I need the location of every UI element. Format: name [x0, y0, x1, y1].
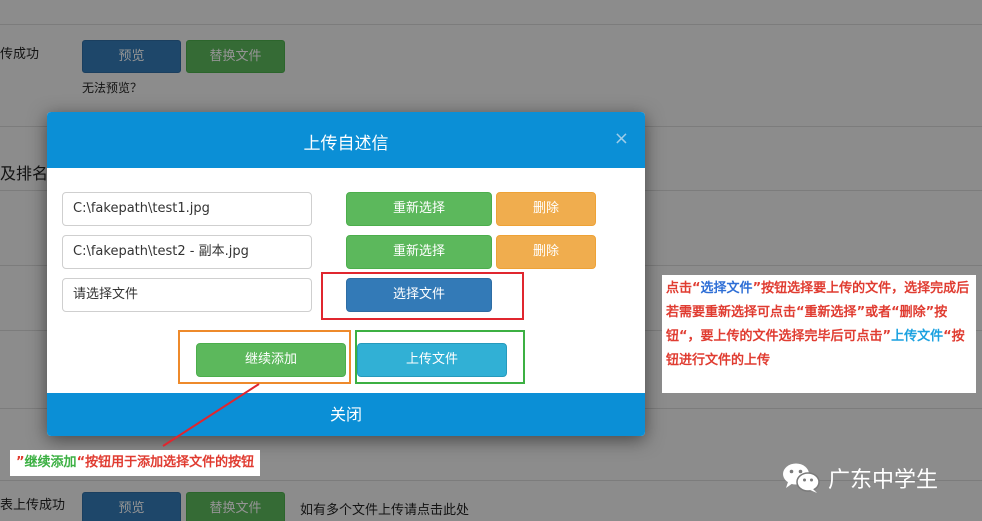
reselect-button[interactable]: 重新选择 — [346, 235, 492, 269]
upload-status: 传成功 — [0, 47, 40, 62]
modal-close-button[interactable]: 关闭 — [47, 393, 645, 436]
watermark: 广东中学生 — [782, 462, 938, 494]
file-path-field[interactable]: C:\fakepath\test2 - 副本.jpg — [62, 235, 312, 269]
callout-text: ”或者“ — [856, 305, 900, 320]
empty-file-field[interactable]: 请选择文件 — [62, 278, 312, 312]
highlight-frame-choose-file — [321, 272, 524, 320]
section-label: 及排名 — [0, 164, 49, 183]
file-path-field[interactable]: C:\fakepath\test1.jpg — [62, 192, 312, 226]
instruction-callout: 点击“选择文件”按钮选择要上传的文件，选择完成后若需要重新选择可点击“重新选择”… — [662, 275, 976, 393]
highlight-frame-upload — [355, 330, 525, 384]
upload-status: 表上传成功 — [0, 498, 66, 513]
delete-button[interactable]: 删除 — [496, 192, 596, 226]
preview-button[interactable]: 预览 — [82, 40, 181, 73]
modal-title: 上传自述信 — [303, 134, 389, 154]
delete-button[interactable]: 删除 — [496, 235, 596, 269]
callout-text: 删除 — [899, 305, 926, 320]
wechat-icon — [783, 463, 820, 493]
close-icon[interactable]: × — [614, 128, 629, 149]
callout-text: 重新选择 — [804, 305, 857, 320]
reselect-button[interactable]: 重新选择 — [346, 192, 492, 226]
no-preview-text: 无法预览？ — [82, 81, 143, 95]
add-more-note: ”继续添加“按钮用于添加选择文件的按钮 — [10, 450, 261, 476]
callout-highlight: 上传文件 — [891, 329, 944, 344]
preview-button[interactable]: 预览 — [82, 492, 181, 521]
callout-highlight: 选择文件 — [700, 281, 753, 296]
multi-upload-link[interactable]: 如有多个文件上传请点击此处 — [300, 499, 469, 518]
highlight-frame-add-more — [178, 330, 351, 384]
divider — [0, 24, 982, 25]
modal-header: 上传自述信 × — [47, 112, 645, 168]
note-text: “按钮用于添加选择文件的按钮 — [76, 455, 255, 470]
note-text: ” — [16, 455, 25, 470]
replace-file-button[interactable]: 替换文件 — [186, 40, 285, 73]
replace-file-button[interactable]: 替换文件 — [186, 492, 285, 521]
watermark-text: 广东中学生 — [828, 468, 939, 493]
callout-text: 点击“ — [666, 281, 701, 296]
note-highlight: 继续添加 — [24, 455, 77, 470]
